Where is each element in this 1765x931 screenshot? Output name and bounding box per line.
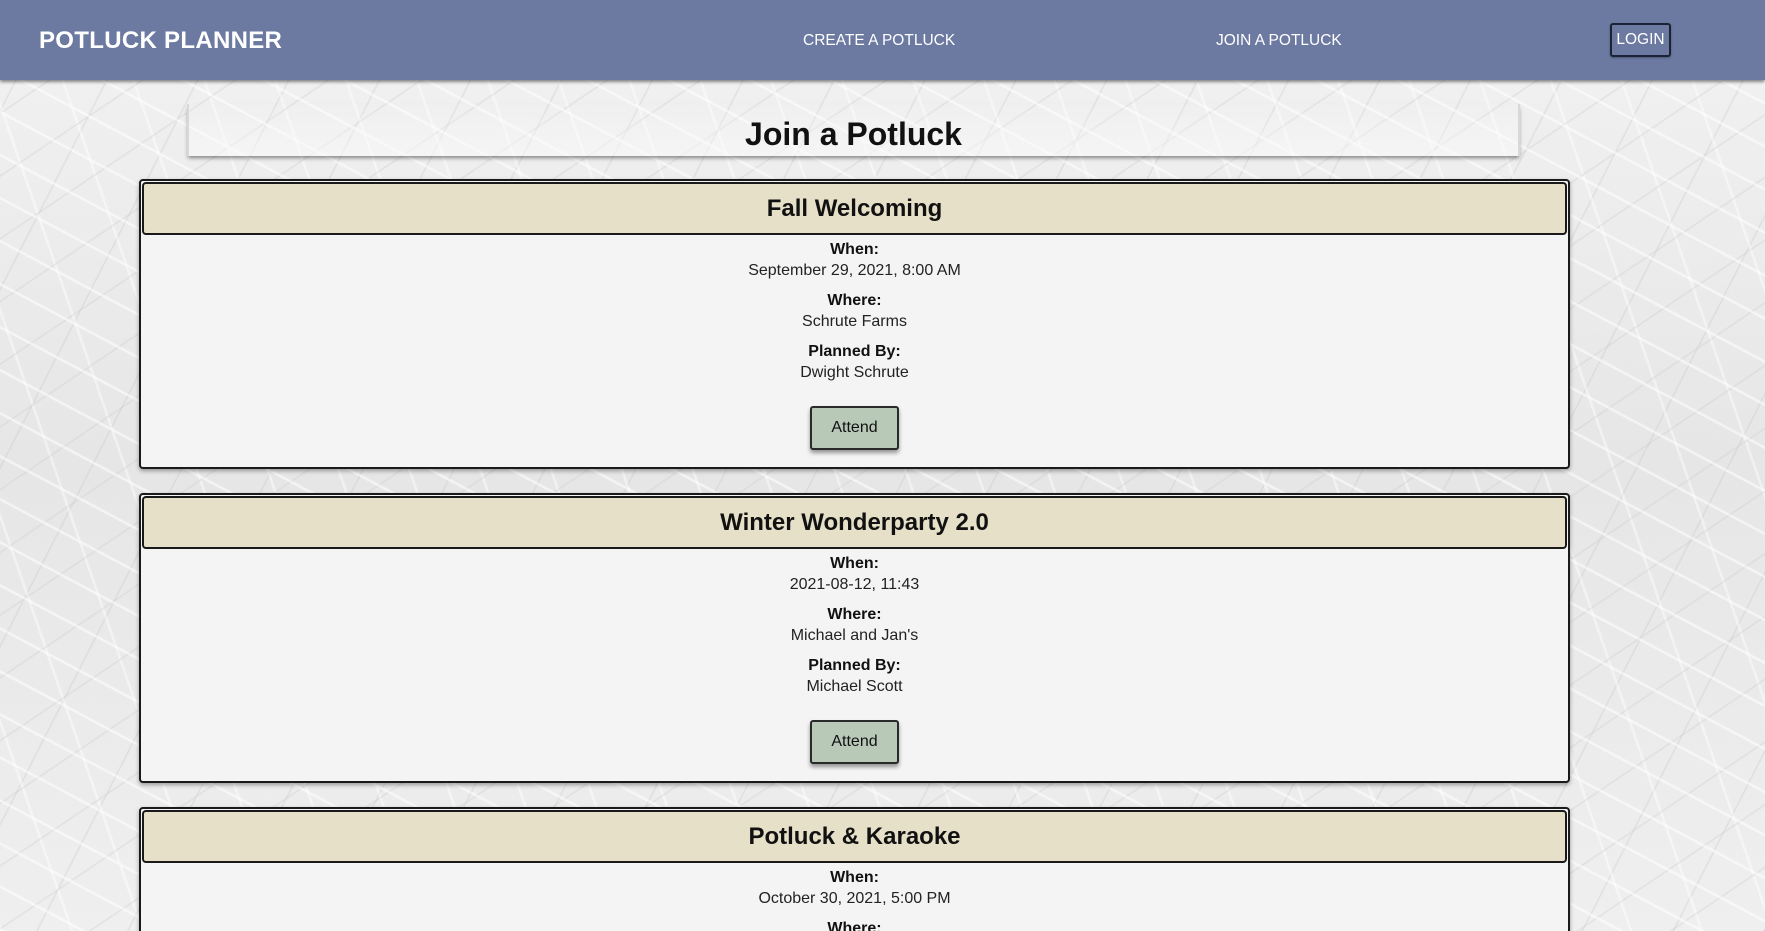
- potluck-planner-field: Planned By: Dwight Schrute: [141, 341, 1568, 383]
- nav-join-potluck-link[interactable]: JOIN A POTLUCK: [1216, 32, 1342, 50]
- potluck-card-header: Fall Welcoming: [142, 182, 1567, 235]
- potluck-where-field: Where:: [141, 918, 1568, 931]
- attend-button-wrap: Attend: [141, 720, 1568, 764]
- where-label: Where:: [827, 292, 882, 309]
- potluck-name: Potluck & Karaoke: [748, 823, 961, 850]
- attend-button[interactable]: Attend: [810, 720, 899, 764]
- when-label: When:: [830, 241, 879, 258]
- potluck-where-field: Where: Schrute Farms: [141, 290, 1568, 332]
- page-heading-bar: Join a Potluck: [187, 104, 1520, 156]
- potluck-card-header: Potluck & Karaoke: [142, 810, 1567, 863]
- attend-button-wrap: Attend: [141, 406, 1568, 450]
- potluck-card: Fall Welcoming When: September 29, 2021,…: [139, 179, 1570, 469]
- where-label: Where:: [827, 920, 882, 931]
- attend-button[interactable]: Attend: [810, 406, 899, 450]
- when-label: When:: [830, 555, 879, 572]
- potluck-name: Winter Wonderparty 2.0: [720, 509, 989, 536]
- login-button[interactable]: LOGIN: [1610, 23, 1671, 57]
- when-value: October 30, 2021, 5:00 PM: [758, 890, 951, 907]
- top-navbar: POTLUCK PLANNER CREATE A POTLUCK JOIN A …: [0, 0, 1765, 80]
- potluck-card: Potluck & Karaoke When: October 30, 2021…: [139, 807, 1570, 931]
- when-value: 2021-08-12, 11:43: [789, 576, 920, 593]
- where-label: Where:: [827, 606, 882, 623]
- when-value: September 29, 2021, 8:00 AM: [748, 262, 961, 279]
- planned-by-label: Planned By:: [808, 343, 901, 360]
- potluck-planner-field: Planned By: Michael Scott: [141, 655, 1568, 697]
- where-value: Schrute Farms: [802, 313, 907, 330]
- potluck-card-header: Winter Wonderparty 2.0: [142, 496, 1567, 549]
- potluck-where-field: Where: Michael and Jan's: [141, 604, 1568, 646]
- planned-by-label: Planned By:: [808, 657, 901, 674]
- potluck-when-field: When: 2021-08-12, 11:43: [141, 553, 1568, 595]
- planned-by-value: Michael Scott: [806, 678, 903, 695]
- brand-logo-text[interactable]: POTLUCK PLANNER: [39, 27, 282, 55]
- where-value: Michael and Jan's: [790, 627, 919, 644]
- nav-create-potluck-link[interactable]: CREATE A POTLUCK: [803, 32, 955, 50]
- planned-by-value: Dwight Schrute: [800, 364, 909, 381]
- potluck-when-field: When: September 29, 2021, 8:00 AM: [141, 239, 1568, 281]
- potluck-name: Fall Welcoming: [766, 195, 943, 222]
- potluck-when-field: When: October 30, 2021, 5:00 PM: [141, 867, 1568, 909]
- when-label: When:: [830, 869, 879, 886]
- page-title: Join a Potluck: [745, 116, 962, 152]
- potluck-card: Winter Wonderparty 2.0 When: 2021-08-12,…: [139, 493, 1570, 783]
